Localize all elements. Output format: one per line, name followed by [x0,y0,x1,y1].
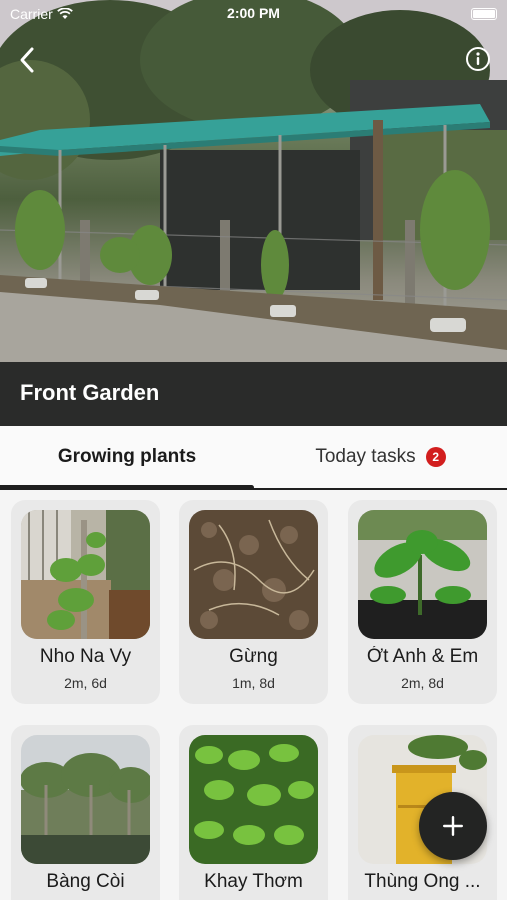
page-title: Front Garden [20,380,160,405]
garden-title-bar: Front Garden [0,362,507,426]
add-plant-button[interactable] [419,792,487,860]
plant-photo [189,510,318,639]
plant-card[interactable]: Bàng Còi [11,725,160,900]
plant-card[interactable]: Gừng 1m, 8d [179,500,328,704]
tab-bar: Growing plants Today tasks 2 [0,426,507,490]
tab-today-tasks[interactable]: Today tasks 2 [254,426,507,488]
status-bar: Carrier 2:00 PM [0,0,507,28]
status-time: 2:00 PM [227,5,280,21]
plant-name: Nho Na Vy [39,646,132,667]
plant-card[interactable]: Ớt Anh & Em 2m, 8d [348,500,497,704]
garden-photo-illustration [0,0,507,362]
tab-indicator [0,485,254,490]
plus-icon [443,816,463,836]
garden-photo [0,0,507,362]
plant-photo [21,735,150,864]
task-count-badge: 2 [425,447,446,467]
plant-name: Bàng Còi [46,871,125,892]
plant-card[interactable]: Nho Na Vy 2m, 6d [11,500,160,704]
chevron-left-icon [20,47,34,73]
tab-label: Growing plants [57,446,197,467]
plant-name: Thùng Ong ... [364,871,481,892]
plant-card[interactable]: Khay Thơm [179,725,328,900]
battery-icon [471,8,497,20]
plant-age: 2m, 8d [401,675,444,691]
banana-trees-image [21,735,150,864]
plant-photo [358,510,487,639]
plant-name: Khay Thơm [204,871,303,892]
plant-name: Gừng [229,646,278,667]
plant-name: Ớt Anh & Em [366,646,479,667]
tab-label: Today tasks [315,446,416,467]
plant-photo [21,510,150,639]
soil-image [189,510,318,639]
plant-age: 2m, 6d [64,675,107,691]
chili-seedling-image [358,510,487,639]
plant-photo [189,735,318,864]
info-icon [466,47,490,71]
plant-age: 1m, 8d [232,675,275,691]
herb-tray-image [189,735,318,864]
back-button[interactable] [14,44,40,76]
tab-growing-plants[interactable]: Growing plants [0,426,254,488]
info-button[interactable] [465,46,491,72]
grape-vine-image [21,510,150,639]
